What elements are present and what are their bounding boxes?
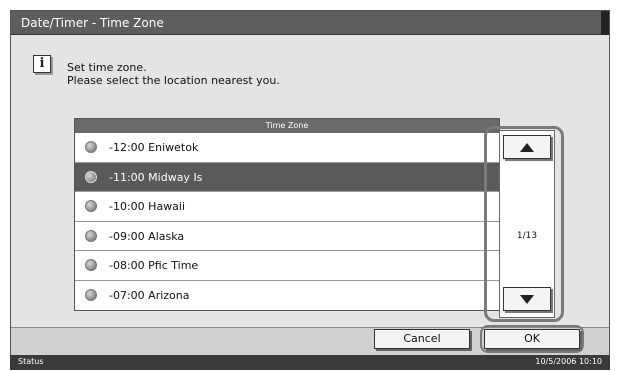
- window-title: Date/Timer - Time Zone: [21, 16, 164, 30]
- ok-button[interactable]: OK: [484, 329, 580, 349]
- status-bar: Status 10/5/2006 10:10: [10, 355, 610, 370]
- scroll-panel: 1/13: [499, 130, 555, 318]
- list-item-label: -10:00 Hawaii: [109, 200, 186, 213]
- title-bar-notch: [601, 11, 609, 35]
- globe-icon: [85, 288, 97, 301]
- globe-icon: [85, 170, 97, 183]
- information-icon: i: [33, 55, 51, 73]
- instruction-line-2: Please select the location nearest you.: [67, 74, 280, 87]
- list-item[interactable]: -09:00 Alaska: [75, 221, 499, 251]
- list-item-label: -12:00 Eniwetok: [109, 141, 199, 154]
- cancel-button[interactable]: Cancel: [374, 329, 470, 349]
- arrow-down-icon: [520, 295, 534, 304]
- list-item-label: -09:00 Alaska: [109, 229, 185, 243]
- instruction-line-1: Set time zone.: [67, 61, 147, 74]
- list-header: Time Zone: [75, 119, 499, 133]
- title-bar: Date/Timer - Time Zone: [11, 11, 609, 35]
- list-item-label: -11:00 Midway Is: [109, 170, 203, 184]
- list-item[interactable]: -10:00 Hawaii: [75, 192, 499, 222]
- list-item-label: -07:00 Arizona: [109, 288, 190, 302]
- globe-icon: [85, 259, 97, 271]
- list-item-label: -08:00 Pfic Time: [109, 259, 199, 272]
- globe-icon: [85, 200, 97, 212]
- list-item[interactable]: -07:00 Arizona: [75, 280, 499, 310]
- status-button[interactable]: Status: [18, 357, 44, 366]
- time-zone-screen: Date/Timer - Time Zone i Set time zone. …: [10, 10, 610, 355]
- list-item[interactable]: -12:00 Eniwetok: [75, 133, 499, 163]
- list-item-selected[interactable]: -11:00 Midway Is: [75, 162, 499, 192]
- list-item[interactable]: -08:00 Pfic Time: [75, 251, 499, 281]
- globe-icon: [85, 141, 97, 153]
- scroll-up-button[interactable]: [503, 135, 551, 159]
- arrow-up-icon: [520, 143, 534, 152]
- time-zone-list: Time Zone -12:00 Eniwetok -11:00 Midway …: [74, 118, 500, 311]
- page-indicator: 1/13: [516, 231, 538, 241]
- date-time-display: 10/5/2006 10:10: [535, 357, 602, 366]
- scroll-down-button[interactable]: [503, 287, 551, 311]
- globe-icon: [85, 229, 97, 242]
